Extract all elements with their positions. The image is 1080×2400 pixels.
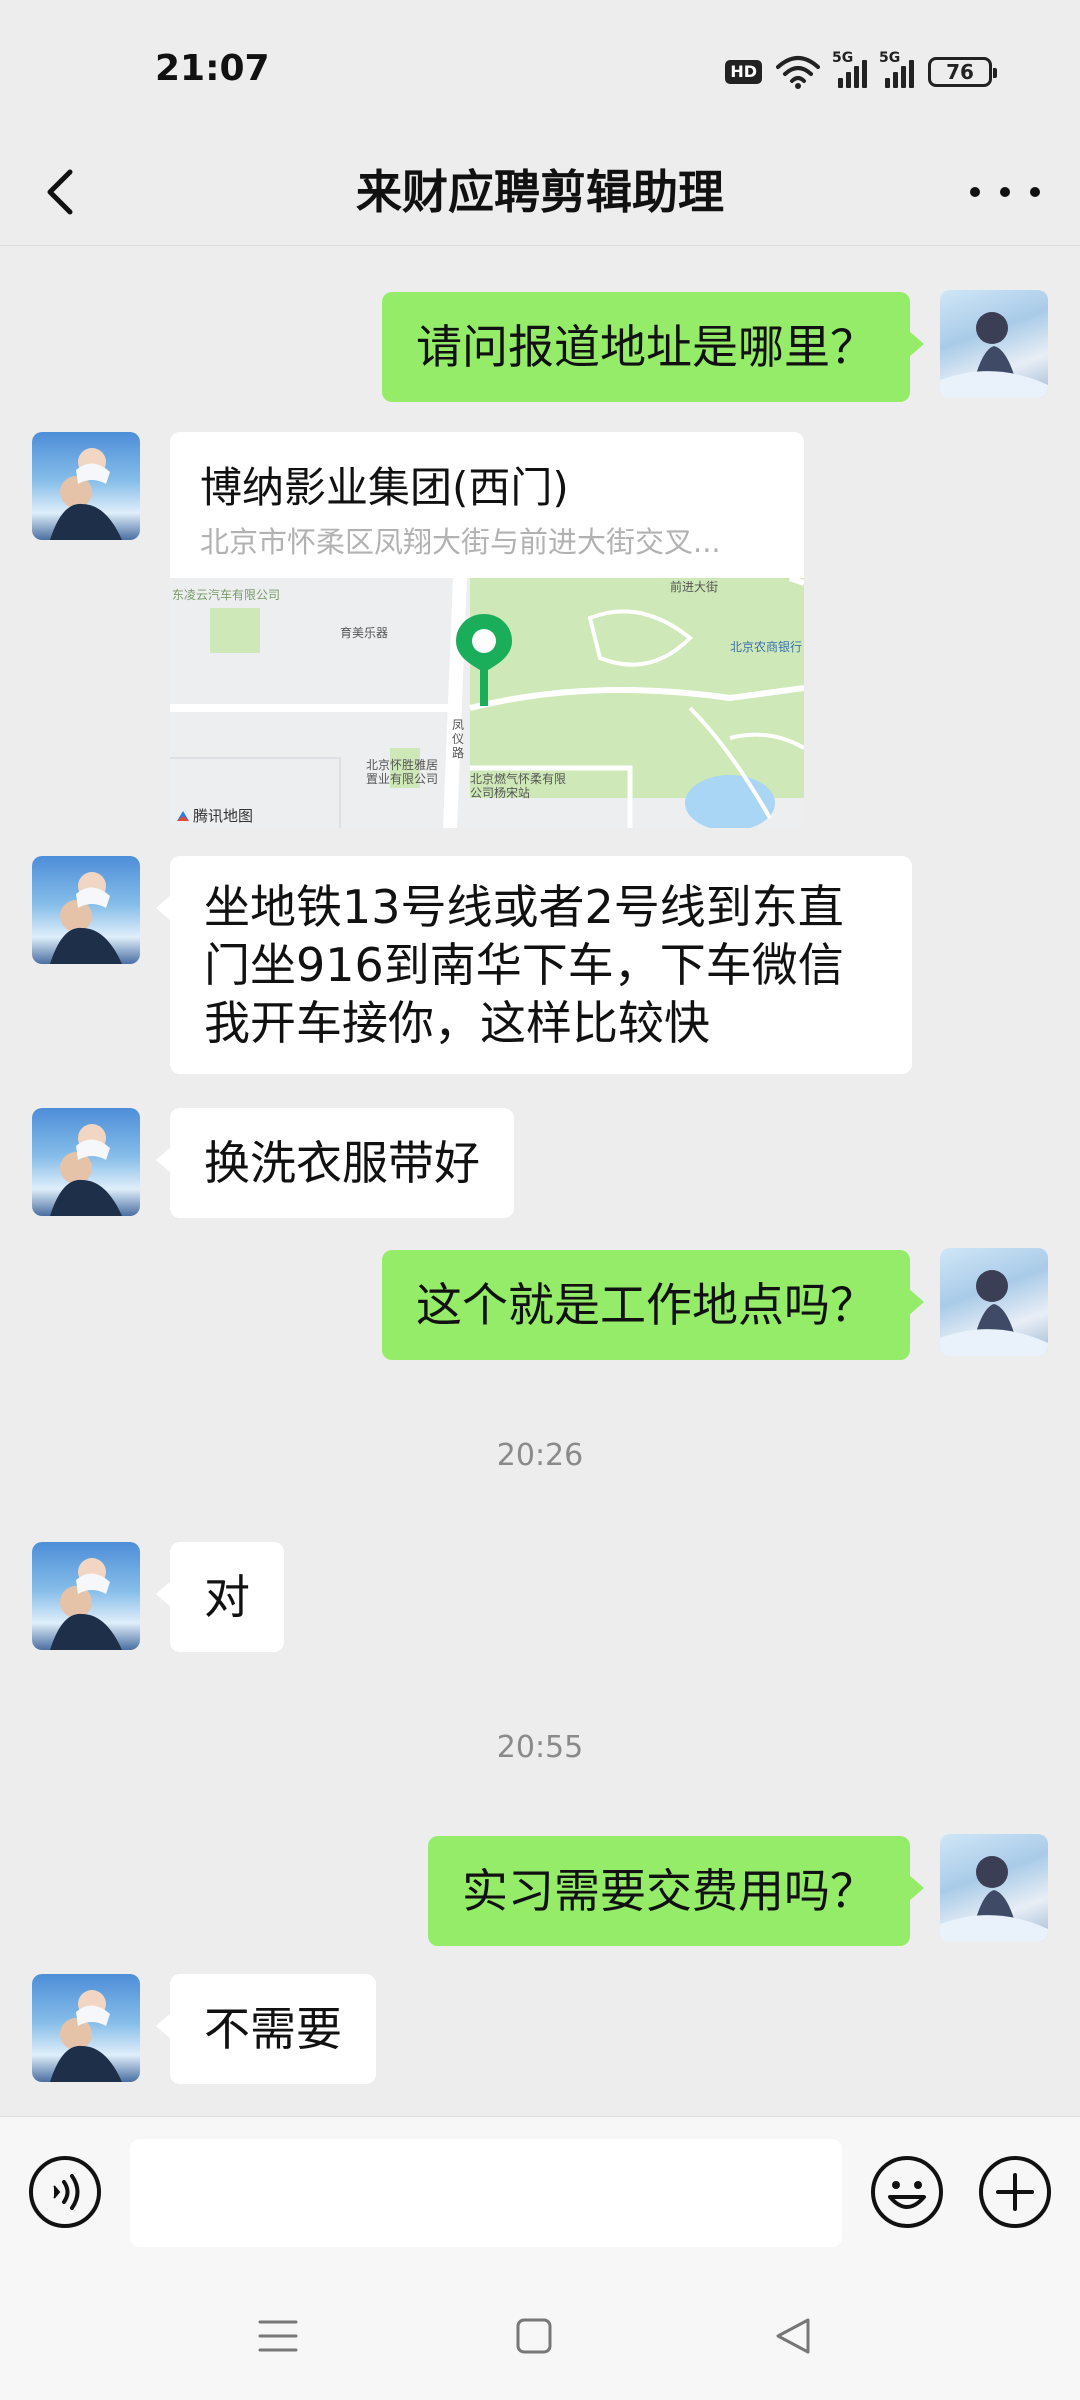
message-bubble[interactable]: 这个就是工作地点吗？ <box>382 1250 924 1360</box>
message-timestamp: 20:26 <box>496 1438 584 1473</box>
contact-avatar[interactable] <box>32 856 140 964</box>
map-label: 北京农商银行 <box>730 640 803 654</box>
map-label: 凤仪路 <box>452 718 465 760</box>
input-bar <box>0 2116 1080 2270</box>
self-avatar[interactable] <box>940 1834 1048 1942</box>
location-map: 东凌云汽车有限公司 育美乐器 北京农商银行 凤仪路 前进大街 北京怀胜雅居置业有… <box>170 575 804 828</box>
location-name: 博纳影业集团(西门) <box>200 463 569 512</box>
menu-icon[interactable] <box>248 2306 308 2366</box>
contact-avatar[interactable] <box>32 1542 140 1650</box>
message-bubble[interactable]: 坐地铁13号线或者2号线到东直门坐916到南华下车，下车微信我开车接你，这样比较… <box>156 856 912 1074</box>
self-avatar[interactable] <box>940 1248 1048 1356</box>
message-input[interactable] <box>130 2139 842 2247</box>
chat-title: 来财应聘剪辑助理 <box>356 165 724 219</box>
self-avatar[interactable] <box>940 290 1048 398</box>
map-pin-icon <box>456 614 512 706</box>
voice-icon[interactable] <box>28 2155 102 2229</box>
emoji-icon[interactable] <box>870 2155 944 2229</box>
map-label: 北京燃气怀柔有限公司杨宋站 <box>470 772 567 800</box>
message-bubble[interactable]: 对 <box>156 1542 284 1652</box>
plus-icon[interactable] <box>978 2155 1052 2229</box>
status-bar: 21:07 HD 5G 5G 76 <box>0 0 1080 140</box>
more-dots-icon[interactable] <box>970 170 1040 214</box>
message-bubble[interactable]: 实习需要交费用吗？ <box>428 1836 924 1946</box>
map-label: 东凌云汽车有限公司 <box>172 588 281 602</box>
map-brand-label: 腾讯地图 <box>176 805 253 826</box>
map-label: 育美乐器 <box>340 626 389 640</box>
chat-messages[interactable]: 请问报道地址是哪里？ 博纳影业集团(西门) 北京市怀柔区凤翔大街与前进大街交叉.… <box>0 246 1080 2116</box>
status-icons: HD 5G 5G 76 <box>725 50 997 92</box>
map-label: 北京怀胜雅居置业有限公司 <box>366 758 439 786</box>
message-bubble[interactable]: 换洗衣服带好 <box>156 1108 514 1218</box>
system-nav-bar <box>0 2270 1080 2400</box>
location-address: 北京市怀柔区凤翔大街与前进大街交叉... <box>200 525 721 559</box>
wifi-icon <box>776 56 820 89</box>
contact-avatar[interactable] <box>32 1108 140 1216</box>
signal-icon: 5G <box>832 50 867 88</box>
hd-icon: HD <box>725 60 762 84</box>
message-bubble[interactable]: 请问报道地址是哪里？ <box>382 292 924 402</box>
tencent-map-icon <box>177 810 189 821</box>
message-timestamp: 20:55 <box>496 1730 584 1765</box>
message-bubble[interactable]: 不需要 <box>156 1974 376 2084</box>
home-square-icon[interactable] <box>504 2306 564 2366</box>
chat-header: 来财应聘剪辑助理 <box>0 140 1080 246</box>
location-card[interactable]: 博纳影业集团(西门) 北京市怀柔区凤翔大街与前进大街交叉... 东凌云汽车有限公… <box>170 432 804 828</box>
status-time: 21:07 <box>155 48 270 89</box>
contact-avatar[interactable] <box>32 432 140 540</box>
battery-icon: 76 <box>928 57 997 87</box>
map-label: 前进大街 <box>670 580 719 594</box>
contact-avatar[interactable] <box>32 1974 140 2082</box>
signal-icon: 5G <box>879 50 914 88</box>
back-triangle-icon[interactable] <box>764 2306 824 2366</box>
